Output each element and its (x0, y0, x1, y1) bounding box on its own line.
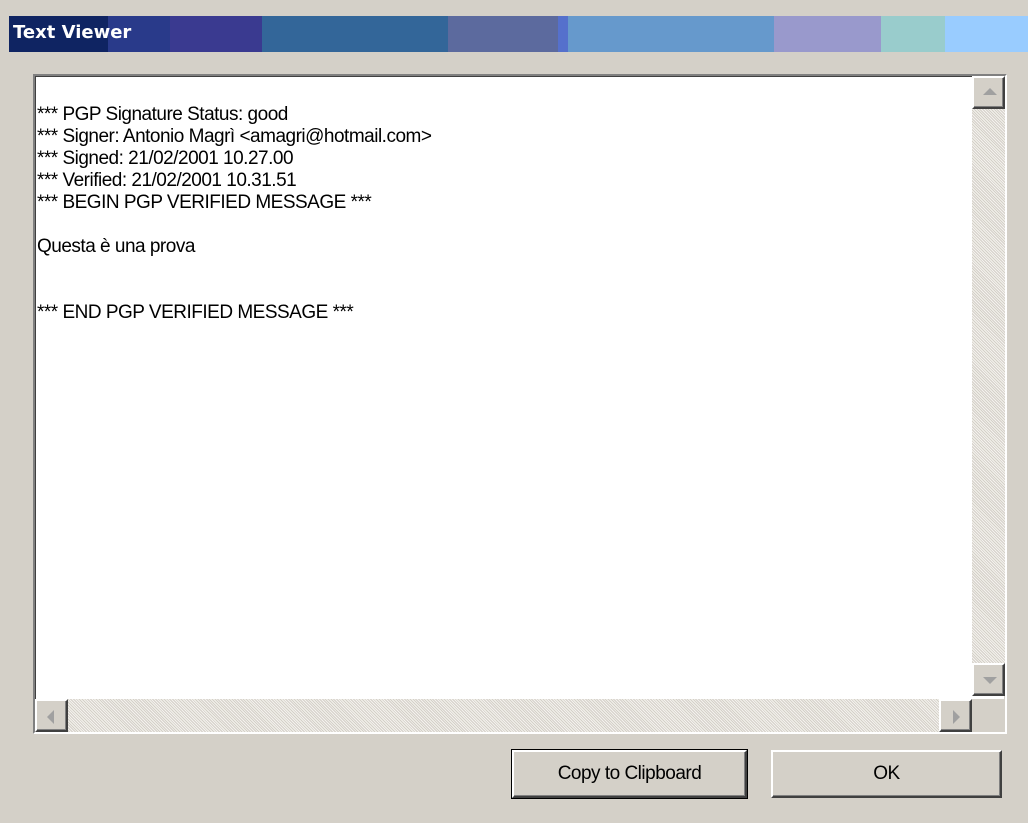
message-line: *** Verified: 21/02/2001 10.31.51 (37, 170, 297, 191)
title-bar-segment (170, 16, 262, 52)
vertical-scrollbar[interactable] (972, 76, 1005, 696)
title-bar-segment (945, 16, 1028, 52)
message-text[interactable]: *** PGP Signature Status: good *** Signer… (37, 104, 973, 324)
title-bar[interactable]: Text Viewer (9, 16, 1028, 52)
message-line: *** PGP Signature Status: good (37, 104, 288, 125)
title-bar-segment (558, 16, 568, 52)
message-line (37, 214, 973, 236)
arrow-left-icon (47, 710, 54, 724)
window-title: Text Viewer (13, 22, 132, 43)
text-viewer-window: Text Viewer *** PGP Signature Status: go… (0, 0, 1028, 823)
title-bar-segment (448, 16, 558, 52)
ok-button[interactable]: OK (771, 750, 1002, 798)
message-line: Questa è una prova (37, 236, 195, 257)
message-line (37, 280, 973, 302)
message-line: *** BEGIN PGP VERIFIED MESSAGE *** (37, 192, 372, 213)
arrow-down-icon (983, 677, 997, 684)
scroll-down-button[interactable] (972, 663, 1005, 696)
scroll-left-button[interactable] (35, 699, 68, 732)
scroll-right-button[interactable] (939, 699, 972, 732)
message-line: *** Signed: 21/02/2001 10.27.00 (37, 148, 294, 169)
arrow-up-icon (983, 88, 997, 95)
title-bar-segment (881, 16, 945, 52)
horizontal-scrollbar[interactable] (35, 699, 972, 732)
scrollbar-corner (972, 699, 1005, 732)
title-bar-segment (568, 16, 774, 52)
message-line (37, 258, 973, 280)
scroll-up-button[interactable] (972, 76, 1005, 109)
message-line: *** END PGP VERIFIED MESSAGE *** (37, 302, 354, 323)
text-viewer-area[interactable]: *** PGP Signature Status: good *** Signer… (33, 74, 1007, 734)
arrow-right-icon (953, 710, 960, 724)
title-bar-segment (774, 16, 881, 52)
message-line: *** Signer: Antonio Magrì <amagri@hotmai… (37, 126, 432, 147)
title-bar-segment (262, 16, 448, 52)
copy-to-clipboard-button[interactable]: Copy to Clipboard (511, 749, 748, 799)
